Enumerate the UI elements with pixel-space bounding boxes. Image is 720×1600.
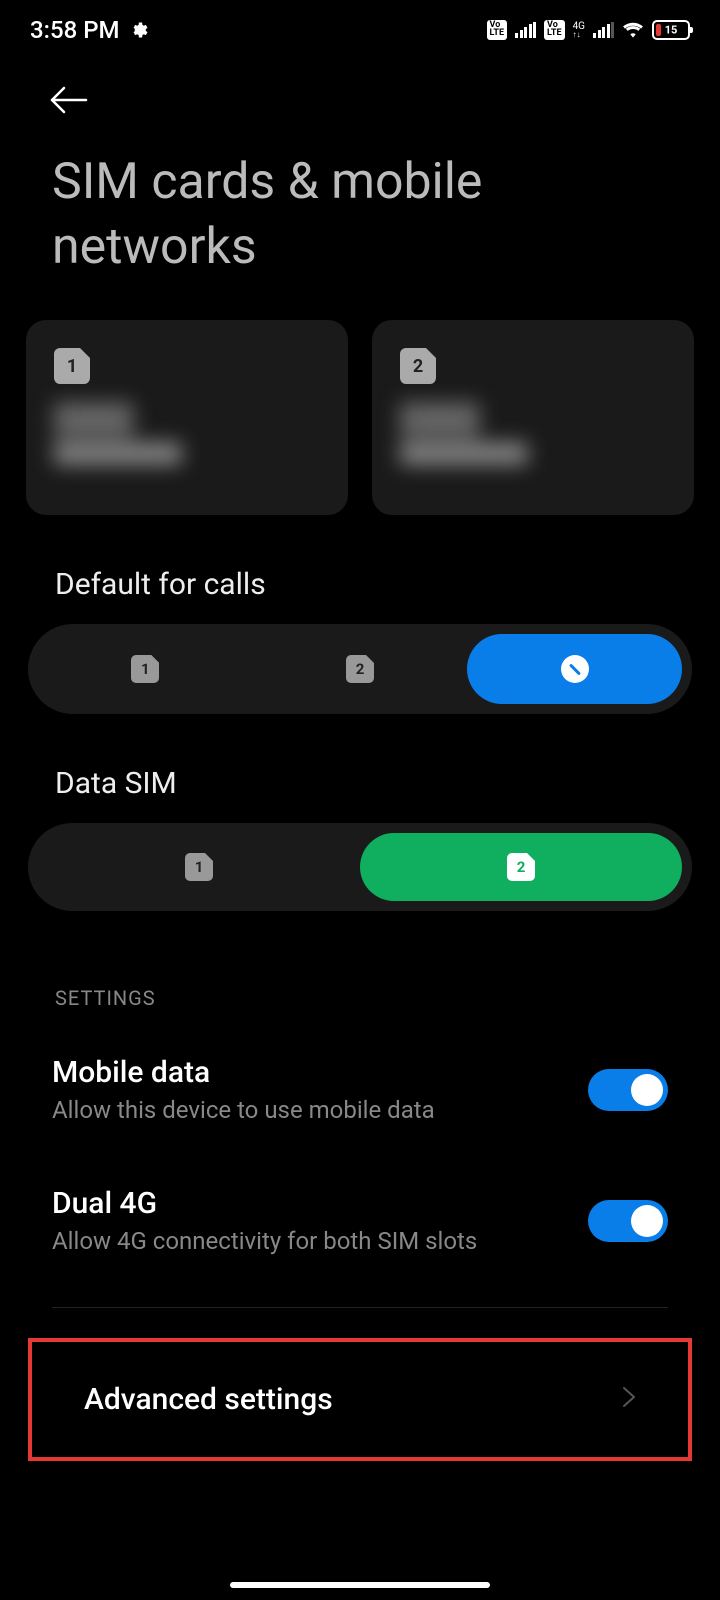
status-bar: 3:58 PM VoLTE VoLTE 4G ↑↓ [0, 0, 720, 60]
divider [52, 1307, 668, 1308]
sim-card-2[interactable]: 2 ████ ██████████ [372, 320, 694, 515]
page-title: SIM cards & mobile networks [0, 130, 720, 320]
sim-card-1[interactable]: 1 ████ ██████████ [26, 320, 348, 515]
volte-badge-2: VoLTE [544, 20, 565, 39]
default-calls-sim2[interactable]: 2 [253, 634, 468, 704]
data-sim-2[interactable]: 2 [360, 833, 682, 901]
sim-1-badge: 1 [54, 348, 90, 384]
mobile-data-row: Mobile data Allow this device to use mob… [0, 1035, 720, 1166]
default-calls-segmented: 1 2 [28, 624, 692, 714]
status-right: VoLTE VoLTE 4G ↑↓ 15 [487, 20, 690, 40]
dual-4g-row: Dual 4G Allow 4G connectivity for both S… [0, 1166, 720, 1297]
dual-4g-labels: Dual 4G Allow 4G connectivity for both S… [52, 1186, 588, 1255]
signal-bars-1 [515, 22, 536, 38]
default-calls-label: Default for calls [0, 515, 720, 624]
advanced-settings-row[interactable]: Advanced settings [28, 1338, 692, 1461]
volte-badge-1: VoLTE [487, 20, 508, 39]
mobile-data-title: Mobile data [52, 1055, 588, 1090]
sim-2-badge: 2 [400, 348, 436, 384]
data-sim-1[interactable]: 1 [38, 833, 360, 901]
status-left: 3:58 PM [30, 16, 148, 44]
default-calls-sim1[interactable]: 1 [38, 634, 253, 704]
home-indicator[interactable] [230, 1582, 490, 1588]
mobile-data-toggle[interactable] [588, 1069, 668, 1111]
settings-header: SETTINGS [0, 911, 720, 1035]
dual-4g-title: Dual 4G [52, 1186, 588, 1221]
data-sim-segmented: 1 2 [28, 823, 692, 911]
signal-bars-2 [593, 22, 614, 38]
data-sim-label: Data SIM [0, 714, 720, 823]
no-sim-icon [561, 655, 589, 683]
advanced-settings-title: Advanced settings [84, 1382, 333, 1417]
sim-2-info: ████ ██████████ [400, 402, 666, 464]
wifi-icon [622, 21, 644, 39]
mobile-data-desc: Allow this device to use mobile data [52, 1096, 588, 1124]
back-button[interactable] [50, 80, 90, 120]
default-calls-none[interactable] [467, 634, 682, 704]
status-time: 3:58 PM [30, 16, 120, 44]
chevron-right-icon [622, 1386, 636, 1414]
dual-4g-toggle[interactable] [588, 1200, 668, 1242]
sim-cards-row: 1 ████ ██████████ 2 ████ ██████████ [0, 320, 720, 515]
mobile-data-labels: Mobile data Allow this device to use mob… [52, 1055, 588, 1124]
signal-4g-label: 4G ↑↓ [573, 22, 585, 38]
gear-icon [128, 20, 148, 40]
battery-icon: 15 [652, 20, 690, 40]
sim-1-info: ████ ██████████ [54, 402, 320, 464]
dual-4g-desc: Allow 4G connectivity for both SIM slots [52, 1227, 588, 1255]
